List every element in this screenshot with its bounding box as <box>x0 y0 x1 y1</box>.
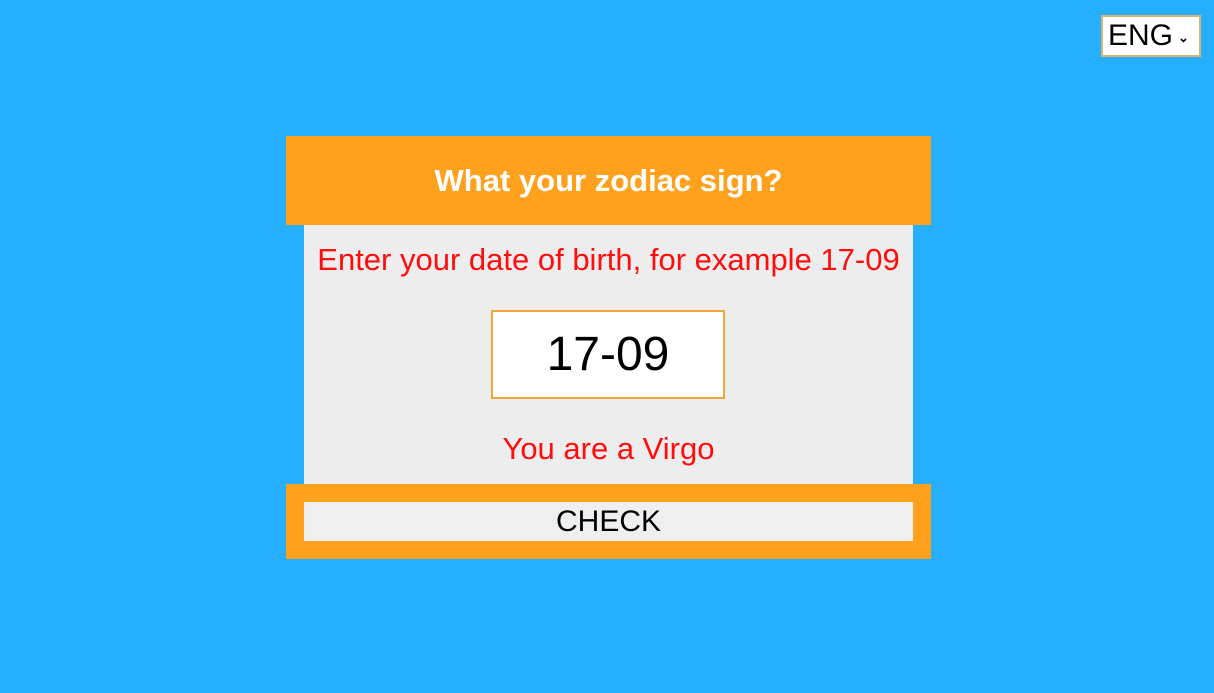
instruction-text: Enter your date of birth, for example 17… <box>317 242 900 277</box>
card-body: Enter your date of birth, for example 17… <box>304 225 913 484</box>
language-select[interactable]: ENG ⌄ <box>1101 15 1201 57</box>
page-title: What your zodiac sign? <box>434 162 783 198</box>
language-selected-value: ENG <box>1108 19 1174 52</box>
zodiac-result: You are a Virgo <box>502 431 715 466</box>
card-header: What your zodiac sign? <box>286 136 931 225</box>
card-footer: CHECK <box>286 484 931 559</box>
chevron-down-icon: ⌄ <box>1178 29 1189 45</box>
check-button[interactable]: CHECK <box>304 502 913 541</box>
date-of-birth-input[interactable] <box>491 310 725 399</box>
